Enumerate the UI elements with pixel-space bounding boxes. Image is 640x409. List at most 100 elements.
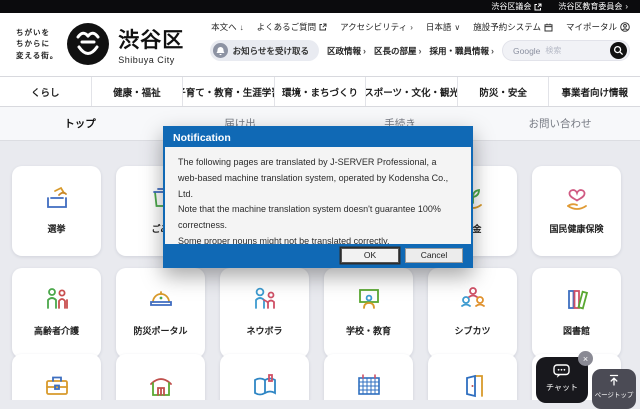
chat-button-label: チャット [546,382,578,393]
open-book-icon [246,367,284,400]
tile-neuvola[interactable]: ネウボラ [220,268,309,358]
city-name-en: Shibuya City [118,55,184,65]
site-brand[interactable]: ちがいを ちからに 変える街。 渋谷区 Shibuya City [16,22,184,66]
heart-hand-icon [558,179,596,217]
site-search-input[interactable]: Google 検索 [502,40,630,61]
tile-housing[interactable] [116,354,205,400]
tile-label: シブカツ [454,324,490,337]
link-my-portal[interactable]: マイポータル [566,21,630,33]
arrow-down-icon: ↓ [240,23,244,32]
nav-health-welfare[interactable]: 健康・福祉 [91,77,183,106]
calendar-grid-icon [350,367,388,400]
search-engine-label: Google [513,46,540,56]
people-group-icon [454,281,492,319]
tile-business[interactable] [12,354,101,400]
category-nav: くらし 健康・福祉 子育て・教育・生涯学習 環境・まちづくり スポーツ・文化・観… [0,76,640,107]
link-mayors-office[interactable]: 区長の部屋 › [374,45,422,57]
tile-label: ネウボラ [246,324,282,337]
header-right: 本文へ ↓ よくあるご質問 アクセシビリティ › 日本語 ∨ 施設予約システム [210,21,630,61]
link-label: 渋谷区教育委員会 [558,1,622,12]
dialog-footer: OK Cancel [165,244,471,266]
notifications-subscribe-button[interactable]: お知らせを受け取る [210,40,319,61]
page-top-label: ページトップ [595,389,634,399]
link-city-assembly[interactable]: 渋谷区議会 [491,1,542,12]
link-city-government-info[interactable]: 区政情報 › [327,45,366,57]
link-faq[interactable]: よくあるご質問 [257,21,328,33]
chevron-right-icon: › [418,46,421,56]
tile-label: 学校・教育 [346,324,391,337]
ok-button[interactable]: OK [341,248,399,263]
tile-disaster-portal[interactable]: 防災ポータル [116,268,205,358]
tile-election[interactable]: 選挙 [12,166,101,256]
house-icon [142,367,180,400]
nav-disaster-safety[interactable]: 防災・安全 [457,77,549,106]
ballot-box-icon [38,179,76,217]
school-blackboard-icon [350,281,388,319]
nav-childcare-education[interactable]: 子育て・教育・生涯学習 [182,77,274,106]
tile-row-3 [12,354,621,400]
link-skip-to-content[interactable]: 本文へ ↓ [211,21,244,33]
link-accessibility[interactable]: アクセシビリティ › [340,21,413,33]
top-utility-bar: 渋谷区議会 渋谷区教育委員会 › [0,0,640,13]
arrow-up-bar-icon [608,374,620,386]
tile-library[interactable]: 図書館 [532,268,621,358]
language-selector[interactable]: 日本語 ∨ [426,21,460,33]
tile-calendar[interactable] [324,354,413,400]
chevron-right-icon: › [625,2,628,11]
search-button[interactable] [610,42,627,59]
external-link-icon [534,3,542,11]
tile-shibukatsu[interactable]: シブカツ [428,268,517,358]
tile-learning[interactable] [220,354,309,400]
parent-child-icon [246,281,284,319]
link-board-of-education[interactable]: 渋谷区教育委員会 › [558,1,628,12]
dialog-text-line: The following pages are translated by J-… [178,155,458,202]
tile-row-2: 高齢者介護 防災ポータル ネウボラ 学校・教育 [12,268,621,358]
tile-label: 図書館 [563,324,590,337]
dialog-body: The following pages are translated by J-… [165,147,471,250]
tab-top[interactable]: トップ [0,107,160,140]
shibuya-city-emblem-icon [66,22,110,66]
external-link-icon [319,23,327,31]
books-icon [558,281,596,319]
chevron-right-icon: › [491,46,494,56]
calendar-icon [544,23,553,32]
chevron-down-icon: ∨ [454,23,460,32]
tile-label: 国民健康保険 [549,222,603,235]
city-tagline: ちがいを ちからに 変える街。 [16,27,58,62]
elderly-care-icon [38,281,76,319]
tile-health-insurance[interactable]: 国民健康保険 [532,166,621,256]
tab-contact[interactable]: お問い合わせ [480,107,640,140]
door-icon [454,367,492,400]
page-top-button[interactable]: ページトップ [592,369,636,409]
header-action-row: お知らせを受け取る 区政情報 › 区長の部屋 › 採用・職員情報 › Googl… [210,40,630,61]
site-header: ちがいを ちからに 変える街。 渋谷区 Shibuya City 本文へ ↓ [0,13,640,76]
nav-sports-culture[interactable]: スポーツ・文化・観光 [365,77,457,106]
tile-school-education[interactable]: 学校・教育 [324,268,413,358]
city-name-jp: 渋谷区 [118,24,184,54]
search-icon [613,45,624,56]
tile-label: 選挙 [47,222,65,235]
tile-elderly-care[interactable]: 高齢者介護 [12,268,101,358]
dialog-text-line: Note that the machine translation system… [178,202,458,234]
nav-kurashi[interactable]: くらし [0,77,91,106]
close-icon: × [583,354,588,364]
chat-close-button[interactable]: × [578,351,593,366]
tile-door[interactable] [428,354,517,400]
link-recruitment[interactable]: 採用・職員情報 › [429,45,494,57]
chat-bubble-icon [553,364,571,379]
link-facility-reservation[interactable]: 施設予約システム [473,21,553,33]
person-circle-icon [620,22,630,32]
tile-label: 防災ポータル [133,324,187,337]
link-label: 渋谷区議会 [491,1,531,12]
tile-label: 高齢者介護 [34,324,79,337]
nav-environment-town[interactable]: 環境・まちづくり [274,77,366,106]
briefcase-icon [38,367,76,400]
chevron-right-icon: › [363,46,366,56]
utility-links-row: 本文へ ↓ よくあるご質問 アクセシビリティ › 日本語 ∨ 施設予約システム [211,21,630,33]
cancel-button[interactable]: Cancel [405,248,463,263]
dialog-title-bar: Notification [165,128,471,147]
helmet-icon [142,281,180,319]
chevron-right-icon: › [410,23,413,32]
search-placeholder: 検索 [545,45,605,56]
nav-business-info[interactable]: 事業者向け情報 [548,77,640,106]
